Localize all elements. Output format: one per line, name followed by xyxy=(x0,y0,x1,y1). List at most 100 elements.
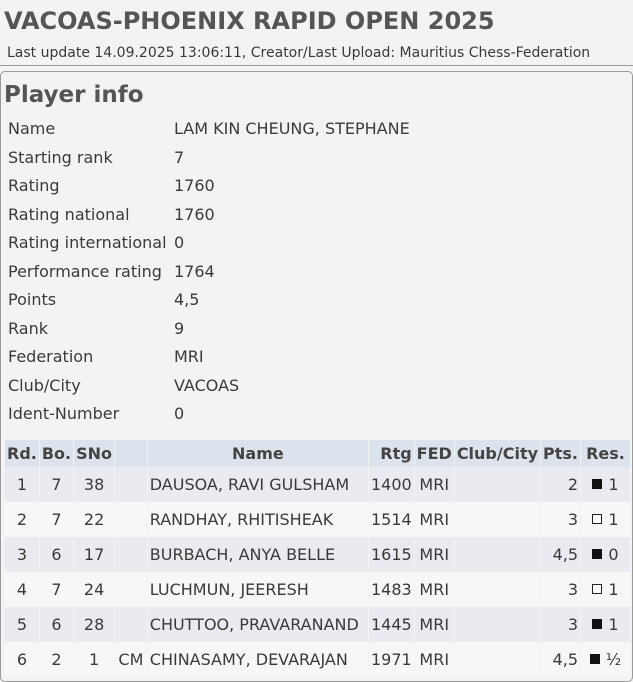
club-city-cell xyxy=(453,537,541,572)
player-info-label: Performance rating xyxy=(8,261,162,281)
col-header-round: Rd. xyxy=(4,440,40,467)
points-cell: 4,5 xyxy=(540,537,581,572)
points-cell: 4,5 xyxy=(540,642,581,677)
club-city-cell xyxy=(453,607,541,642)
player-info-label: Points xyxy=(8,290,57,309)
club-city-cell xyxy=(453,642,541,677)
page-header: VACOAS-PHOENIX RAPID OPEN 2025 Last upda… xyxy=(0,0,633,66)
federation-cell: MRI xyxy=(413,572,455,607)
board-cell: 7 xyxy=(38,467,74,502)
player-info-label: Starting rank xyxy=(8,147,113,167)
player-info-label: Ident-Number xyxy=(8,404,120,423)
black-square-icon xyxy=(589,654,600,664)
federation-cell: MRI xyxy=(413,537,455,572)
points-cell: 3 xyxy=(540,607,581,642)
player-info-value: 1764 xyxy=(174,261,215,281)
section-title-player-info: Player info xyxy=(4,82,144,108)
result-value: ½ xyxy=(605,650,622,669)
col-header-title xyxy=(114,440,148,467)
table-row: 1 7 38 DAUSOA, RAVI GULSHAM 1400 MRI 2 1 xyxy=(4,467,630,502)
federation-cell: MRI xyxy=(413,642,455,677)
title-cell xyxy=(114,607,148,642)
rating-cell: 1400 xyxy=(367,467,415,502)
club-city-cell xyxy=(453,502,541,537)
board-cell: 7 xyxy=(38,572,74,607)
black-square-icon xyxy=(592,619,603,629)
col-header-rating: Rtg xyxy=(367,440,415,467)
opponent-name-cell: LUCHMUN, JEERESH xyxy=(146,572,369,607)
start-number-cell: 17 xyxy=(73,537,115,572)
player-info-label: Rating xyxy=(8,176,60,195)
result-cell: 1 xyxy=(580,502,630,537)
points-cell: 3 xyxy=(540,502,581,537)
table-row: 2 7 22 RANDHAY, RHITISHEAK 1514 MRI 3 1 xyxy=(4,502,630,537)
col-header-start-number: SNo xyxy=(73,440,115,467)
start-number-cell: 1 xyxy=(73,642,115,677)
opponent-name-cell: BURBACH, ANYA BELLE xyxy=(146,537,369,572)
player-info-value: 1760 xyxy=(174,176,215,195)
opponent-name-cell: CHUTTOO, PRAVARANAND xyxy=(146,607,369,642)
club-city-cell xyxy=(453,572,541,607)
table-row: 5 6 28 CHUTTOO, PRAVARANAND 1445 MRI 3 1 xyxy=(4,607,630,642)
result-value: 1 xyxy=(608,475,619,494)
title-cell xyxy=(114,572,148,607)
points-cell: 2 xyxy=(540,467,581,502)
col-header-result: Res. xyxy=(580,440,630,467)
player-info-label: Rating international xyxy=(8,233,167,252)
result-value: 1 xyxy=(608,580,619,599)
last-update-text: Last update 14.09.2025 13:06:11, Creator… xyxy=(7,45,591,61)
result-cell: 1 xyxy=(580,572,630,607)
player-info-value: 9 xyxy=(174,318,185,338)
tournament-title: VACOAS-PHOENIX RAPID OPEN 2025 xyxy=(4,7,495,35)
start-number-cell: 28 xyxy=(73,607,115,642)
col-header-club-city: Club/City xyxy=(453,440,541,467)
start-number-cell: 24 xyxy=(73,572,115,607)
result-cell: 1 xyxy=(580,467,630,502)
result-value: 0 xyxy=(608,545,619,564)
col-header-federation: FED xyxy=(413,440,455,467)
player-info-value: 0 xyxy=(174,233,185,252)
black-square-icon xyxy=(592,549,603,559)
col-header-board: Bo. xyxy=(38,440,74,467)
opponent-name-cell: DAUSOA, RAVI GULSHAM xyxy=(146,467,369,502)
title-cell xyxy=(114,502,148,537)
federation-cell: MRI xyxy=(413,502,455,537)
board-cell: 6 xyxy=(38,537,74,572)
result-cell: 1 xyxy=(580,607,630,642)
black-square-icon xyxy=(592,479,603,489)
result-cell: 0 xyxy=(580,537,630,572)
player-info-value: MRI xyxy=(174,347,204,366)
title-cell xyxy=(114,537,148,572)
round-cell: 2 xyxy=(4,502,40,537)
player-info-value: VACOAS xyxy=(174,375,240,395)
games-table-header-row: Rd. Bo. SNo Name Rtg FED Club/City Pts. … xyxy=(4,440,630,467)
player-info-value: 4,5 xyxy=(174,290,200,309)
player-info-label: Rating national xyxy=(8,204,130,224)
result-value: 1 xyxy=(608,510,619,529)
round-cell: 3 xyxy=(4,537,40,572)
player-info-label: Club/City xyxy=(8,375,81,395)
title-cell xyxy=(114,467,148,502)
round-cell: 5 xyxy=(4,607,40,642)
result-value: 1 xyxy=(608,615,619,634)
round-cell: 6 xyxy=(4,642,40,677)
table-row: 3 6 17 BURBACH, ANYA BELLE 1615 MRI 4,5 0 xyxy=(4,537,630,572)
result-cell: ½ xyxy=(580,642,630,677)
rating-cell: 1615 xyxy=(367,537,415,572)
start-number-cell: 38 xyxy=(73,467,115,502)
player-info-value: 7 xyxy=(174,147,185,167)
board-cell: 6 xyxy=(38,607,74,642)
start-number-cell: 22 xyxy=(73,502,115,537)
player-info-value: LAM KIN CHEUNG, STEPHANE xyxy=(174,119,410,138)
player-info-label: Rank xyxy=(8,318,48,338)
player-info-label: Federation xyxy=(8,347,94,366)
player-info-value: 0 xyxy=(174,404,185,423)
points-cell: 3 xyxy=(540,572,581,607)
white-square-icon xyxy=(592,584,603,594)
rating-cell: 1445 xyxy=(367,607,415,642)
round-cell: 4 xyxy=(4,572,40,607)
round-cell: 1 xyxy=(4,467,40,502)
col-header-points: Pts. xyxy=(540,440,581,467)
table-row: 6 2 1 CM CHINASAMY, DEVARAJAN 1971 MRI 4,5 ½ xyxy=(4,642,630,677)
col-header-name: Name xyxy=(146,440,369,467)
